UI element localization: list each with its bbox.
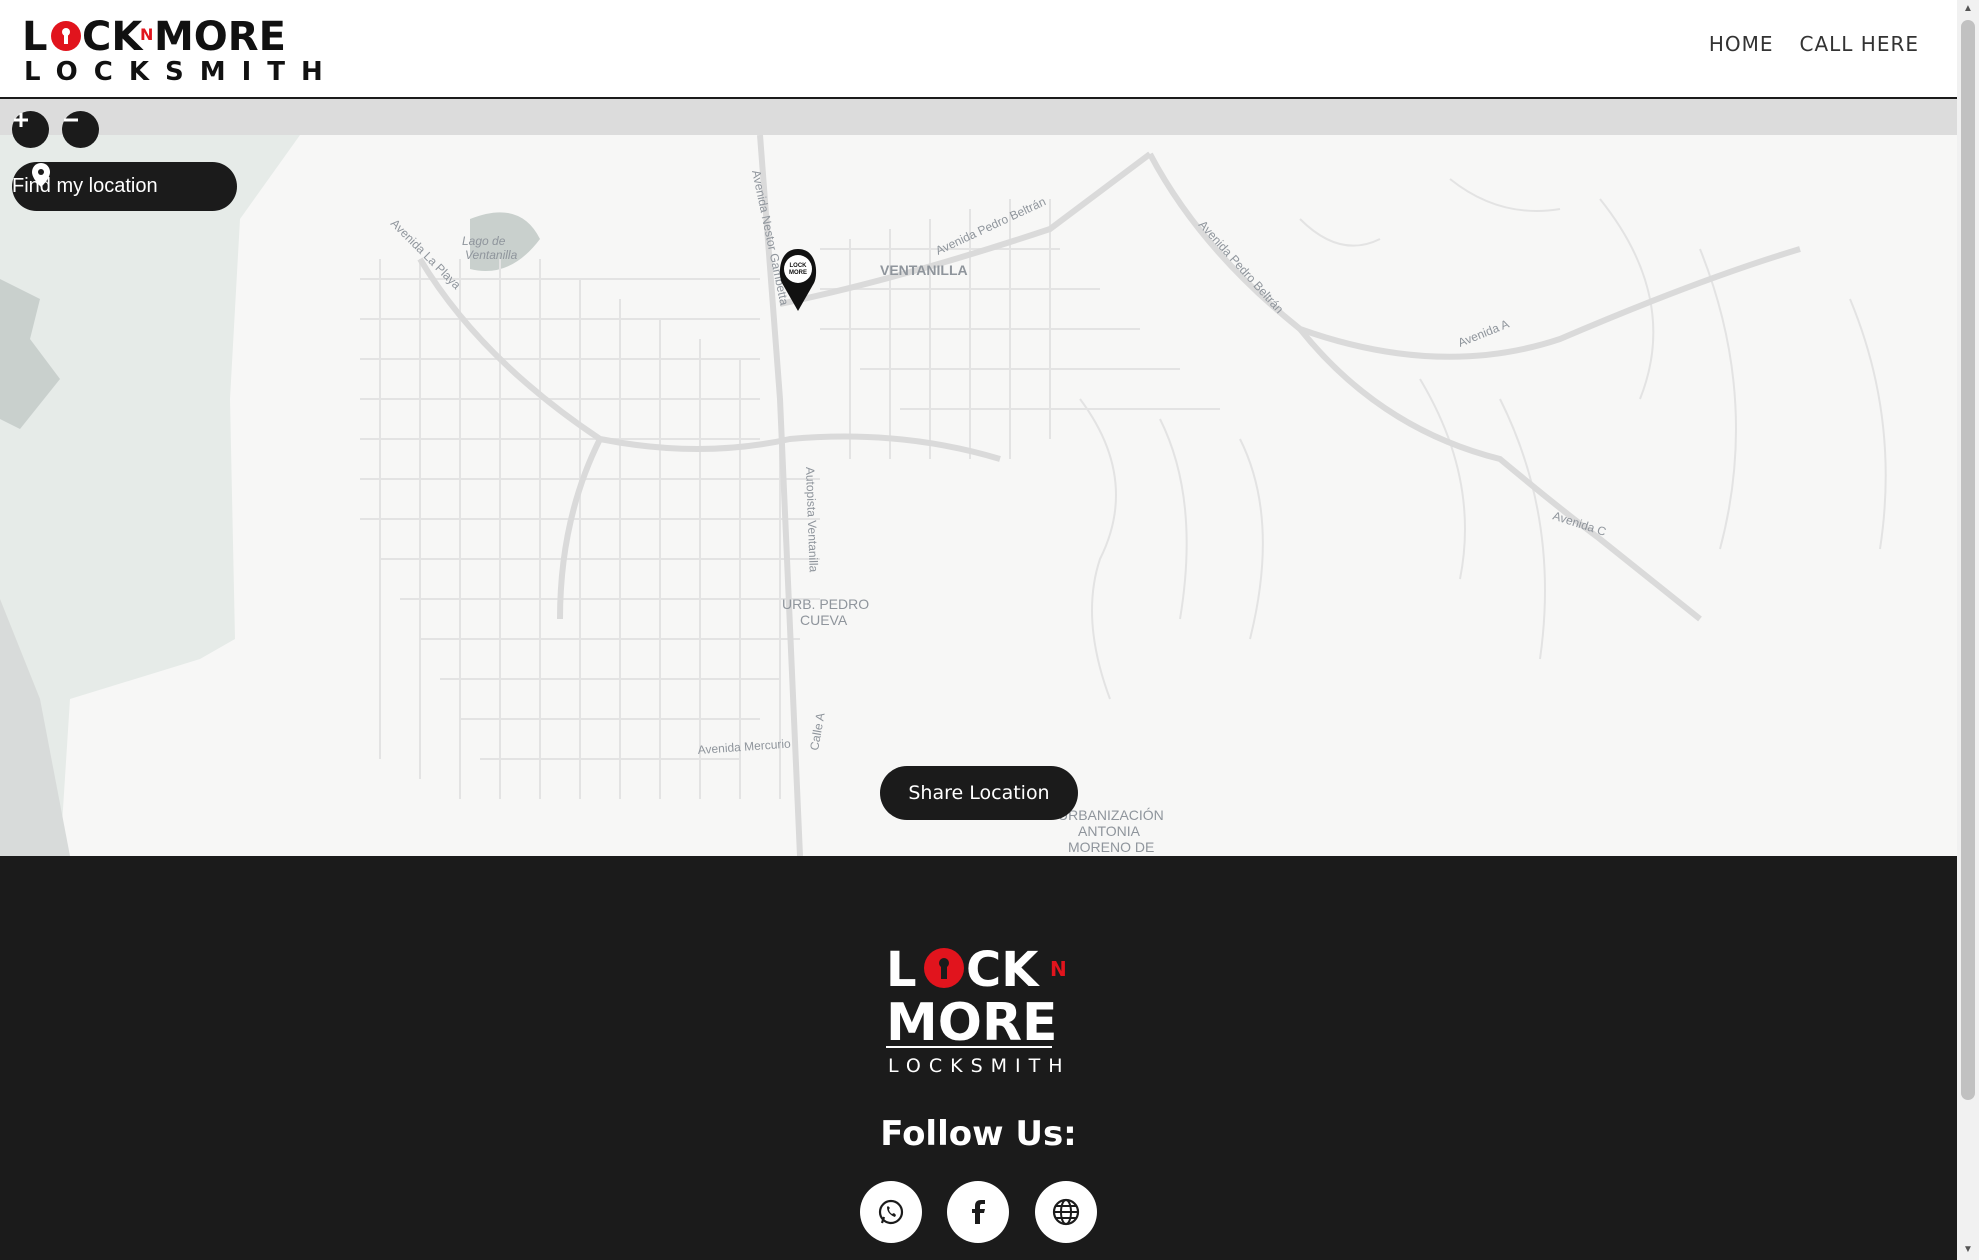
logo-text-n: N	[140, 25, 153, 44]
share-location-button[interactable]: Share Location	[880, 766, 1078, 820]
find-location-button[interactable]: Find my location	[12, 162, 237, 211]
map-label-urb-pedro: URB. PEDRO	[782, 596, 869, 612]
logo-text-more: MORE	[154, 14, 286, 60]
nav-call-link[interactable]: CALL HERE	[1800, 32, 1920, 56]
site-header: L CK N MORE LOCKSMITH HOME CALL HERE	[0, 0, 1957, 99]
marker-text-lock: LOCK	[790, 263, 808, 269]
location-pin-icon	[32, 163, 50, 187]
share-location-label: Share Location	[908, 782, 1050, 804]
footer-logo-ck: CK	[966, 942, 1040, 998]
footer-logo-more: MORE	[886, 993, 1058, 1053]
map-canvas[interactable]: Lago de Ventanilla Avenida La Playa Aven…	[0, 99, 1957, 856]
website-button[interactable]	[1035, 1181, 1097, 1243]
scroll-down-icon[interactable]: ▼	[1962, 1244, 1974, 1256]
plus-icon	[14, 113, 28, 127]
follow-heading: Follow Us:	[880, 1114, 1077, 1154]
map-label-ventanilla-lake: Ventanilla	[465, 248, 518, 262]
map-label-urbanizacion: URBANIZACIÓN	[1058, 807, 1164, 823]
nav-home-link[interactable]: HOME	[1709, 32, 1774, 56]
main-nav: HOME CALL HERE	[1709, 32, 1919, 56]
map-view[interactable]: Lago de Ventanilla Avenida La Playa Aven…	[0, 99, 1957, 856]
minus-icon	[64, 118, 78, 122]
header-logo[interactable]: L CK N MORE LOCKSMITH	[22, 14, 322, 84]
footer-logo-n: N	[1050, 957, 1067, 981]
whatsapp-icon	[878, 1199, 904, 1225]
footer-logo-locksmith: LOCKSMITH	[888, 1055, 1071, 1076]
zoom-in-button[interactable]	[12, 111, 49, 148]
facebook-icon	[972, 1200, 985, 1224]
map-label-ventanilla: VENTANILLA	[880, 262, 968, 278]
site-footer: L CK N MORE LOCKSMITH Follow Us:	[0, 856, 1957, 1260]
globe-icon	[1052, 1198, 1080, 1226]
scroll-up-icon[interactable]: ▲	[1962, 3, 1974, 15]
footer-logo-l: L	[886, 942, 917, 998]
logo-text-ck: CK	[82, 14, 144, 60]
marker-text-more: MORE	[789, 270, 807, 276]
whatsapp-button[interactable]	[860, 1181, 922, 1243]
zoom-out-button[interactable]	[62, 111, 99, 148]
scrollbar-thumb[interactable]	[1961, 20, 1975, 1100]
map-label-antonia: ANTONIA	[1078, 823, 1141, 839]
map-label-lago: Lago de	[462, 234, 506, 248]
facebook-button[interactable]	[947, 1181, 1009, 1243]
logo-text-locksmith: LOCKSMITH	[24, 57, 322, 84]
logo-letter-l: L	[22, 14, 48, 60]
map-label-moreno: MORENO DE	[1068, 839, 1154, 855]
footer-logo[interactable]: L CK N MORE LOCKSMITH	[886, 940, 1072, 1076]
map-label-cueva: CUEVA	[800, 612, 848, 628]
page-scrollbar[interactable]: ▲ ▼	[1957, 0, 1979, 1260]
